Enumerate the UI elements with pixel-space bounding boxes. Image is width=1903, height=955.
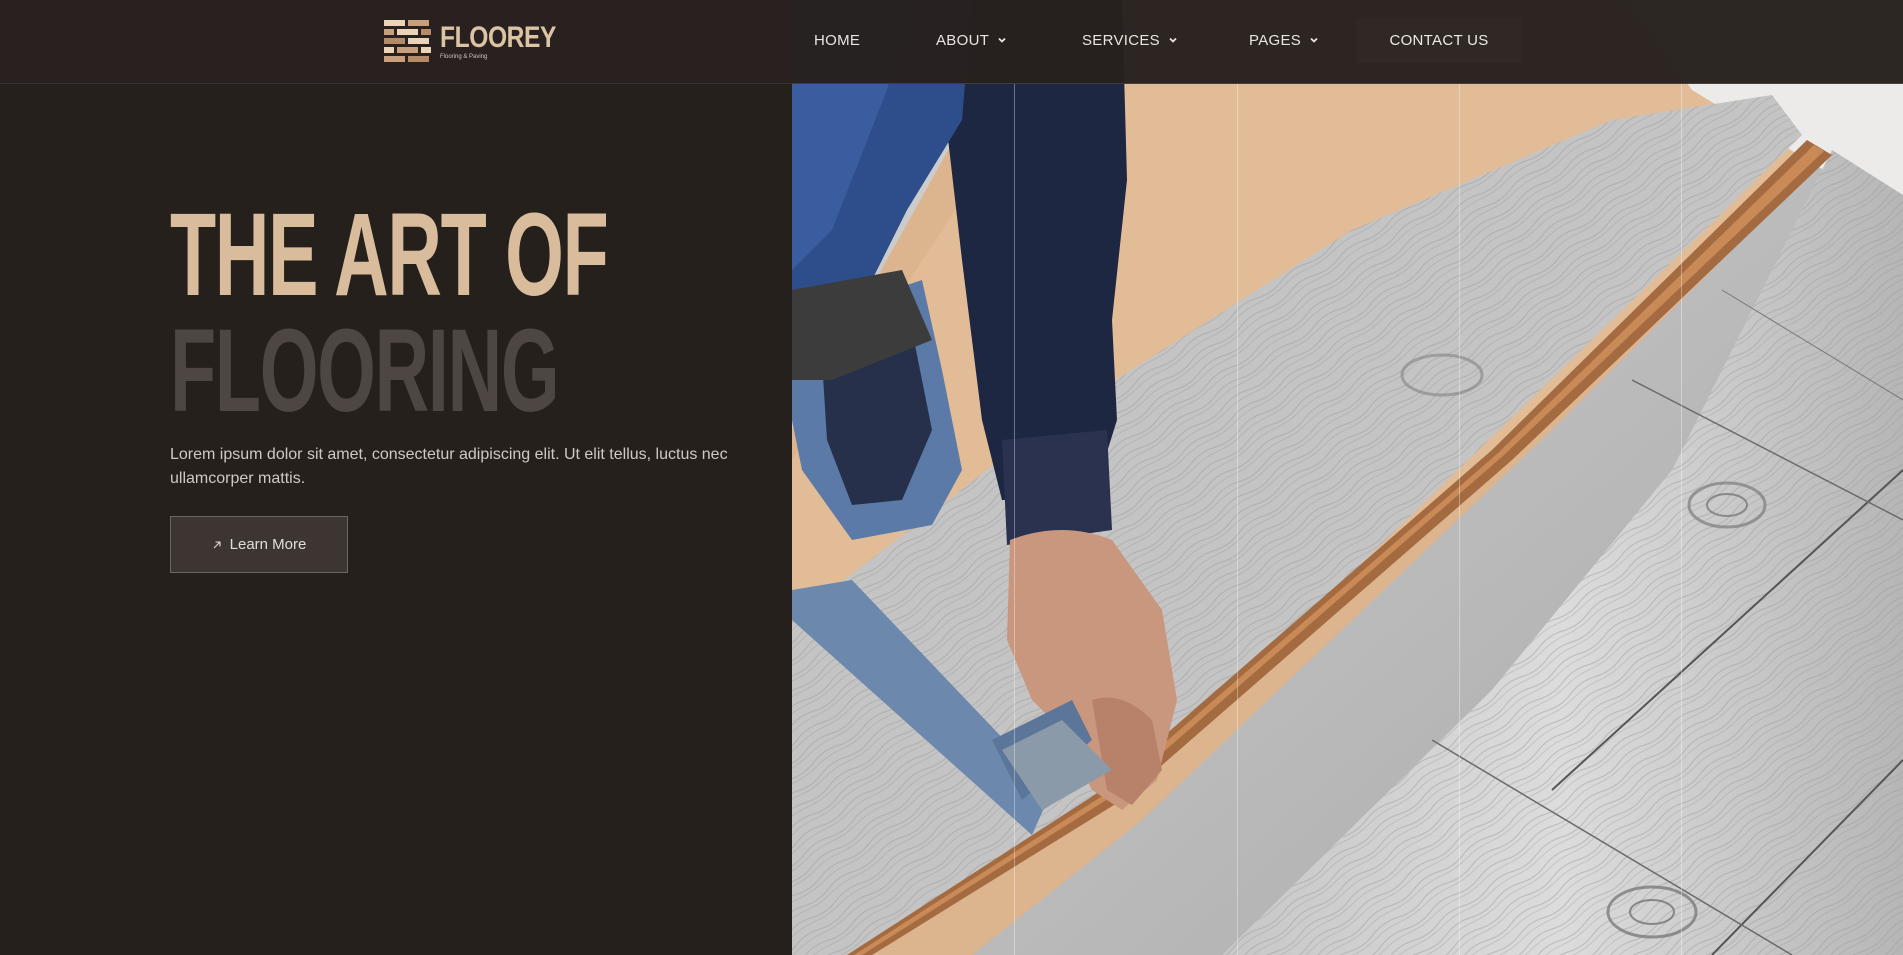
landing-page: FLOOREY Flooring & Paving HOME ABOUT SER… bbox=[0, 0, 1903, 955]
flooring-installation-image bbox=[792, 0, 1903, 955]
hero-photo bbox=[792, 0, 1903, 955]
nav-item-label: HOME bbox=[814, 31, 861, 49]
chevron-down-icon bbox=[998, 37, 1006, 43]
learn-more-button[interactable]: Learn More bbox=[170, 516, 348, 573]
grid-line bbox=[1681, 84, 1682, 955]
hero-description: Lorem ipsum dolor sit amet, consectetur … bbox=[170, 446, 728, 487]
nav-item-services[interactable]: SERVICES bbox=[1082, 0, 1178, 80]
hero-title-line-2: FLOORING bbox=[170, 305, 560, 437]
grid-line bbox=[1237, 84, 1238, 955]
grid-line bbox=[1459, 84, 1460, 955]
nav-item-home[interactable]: HOME bbox=[814, 0, 860, 80]
nav-item-label: PAGES bbox=[1249, 31, 1302, 49]
nav-item-label: ABOUT bbox=[936, 31, 990, 49]
hero-title-line-1: THE ART OF bbox=[170, 189, 609, 321]
nav-item-label: SERVICES bbox=[1082, 31, 1160, 49]
nav-item-pages[interactable]: PAGES bbox=[1249, 0, 1319, 80]
arrow-up-right-icon bbox=[213, 540, 221, 548]
learn-more-label: Learn More bbox=[229, 536, 307, 553]
grid-line bbox=[1014, 84, 1015, 955]
main-nav: HOME ABOUT SERVICES PAGES bbox=[0, 0, 1903, 84]
chevron-down-icon bbox=[1169, 37, 1177, 43]
site-header: FLOOREY Flooring & Paving HOME ABOUT SER… bbox=[0, 0, 1903, 84]
nav-item-about[interactable]: ABOUT bbox=[936, 0, 1007, 80]
contact-us-button[interactable]: CONTACT US bbox=[1356, 18, 1522, 63]
chevron-down-icon bbox=[1310, 37, 1318, 43]
